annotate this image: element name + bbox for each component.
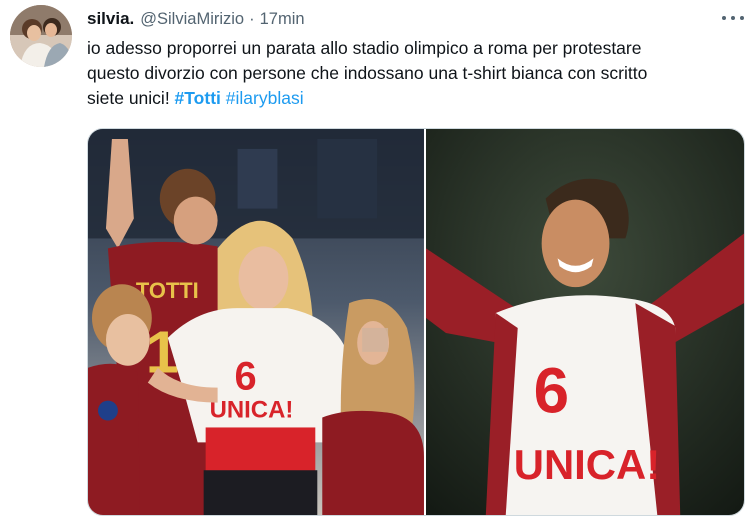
tweet-text: io adesso proporrei un parata allo stadi…	[87, 36, 737, 111]
author-handle[interactable]: @SilviaMirizio	[140, 10, 244, 29]
photo-left[interactable]: TOTTI 10 6 UNICA!	[88, 129, 424, 515]
tweet-text-line: io adesso proporrei un parata allo stadi…	[87, 38, 642, 58]
tweet-media[interactable]: TOTTI 10 6 UNICA!	[87, 128, 745, 516]
tweet-text-line: questo divorzio con persone che indossan…	[87, 63, 648, 83]
author-name[interactable]: silvia.	[87, 9, 134, 29]
shirt-number-left: 6	[235, 355, 257, 399]
photo-left-image: TOTTI 10 6 UNICA!	[88, 129, 424, 515]
tweet-header: silvia. @SilviaMirizio · 17min	[87, 8, 305, 30]
more-horizontal-icon[interactable]	[722, 9, 744, 27]
photo-right-image: 6 UNICA!	[425, 129, 744, 515]
avatar-image	[10, 5, 72, 67]
shirt-number-right: 6	[534, 355, 569, 427]
hashtag-totti-link[interactable]: #Totti	[175, 88, 221, 108]
timestamp[interactable]: 17min	[260, 10, 305, 29]
tweet-text-line-last: siete unici! #Totti #ilaryblasi	[87, 86, 737, 111]
shirt-text-right: UNICA!	[514, 441, 660, 488]
hashtag-ilaryblasi-link[interactable]: #ilaryblasi	[226, 88, 304, 108]
tweet-text-fragment: siete unici!	[87, 88, 175, 108]
shirt-text-left: UNICA!	[210, 397, 294, 424]
tweet[interactable]: silvia. @SilviaMirizio · 17min io adesso…	[0, 0, 750, 522]
separator-dot: ·	[249, 9, 255, 28]
author-avatar[interactable]	[10, 5, 72, 67]
photo-right[interactable]: 6 UNICA!	[425, 129, 744, 515]
